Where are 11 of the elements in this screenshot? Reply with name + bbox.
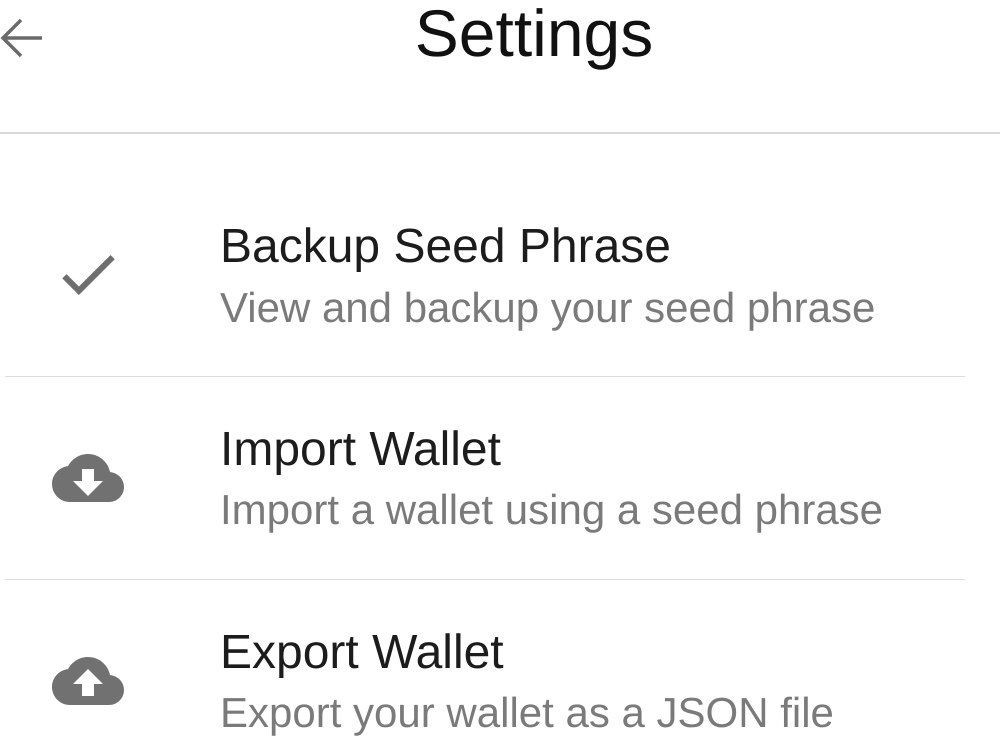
back-arrow-icon [0, 17, 42, 59]
item-title[interactable]: Import Wallet [220, 420, 501, 478]
item-description: Import a wallet using a seed phrase [220, 486, 884, 535]
item-description: Export your wallet as a JSON file [220, 689, 834, 738]
item-title[interactable]: Export Wallet [220, 624, 504, 682]
item-description: View and backup your seed phrase [220, 284, 876, 332]
cloud-upload-icon [52, 656, 124, 705]
check-icon [62, 254, 114, 295]
cloud-download-icon [52, 454, 124, 502]
item-title[interactable]: Backup Seed Phrase [220, 218, 671, 276]
back-button[interactable] [0, 17, 44, 59]
